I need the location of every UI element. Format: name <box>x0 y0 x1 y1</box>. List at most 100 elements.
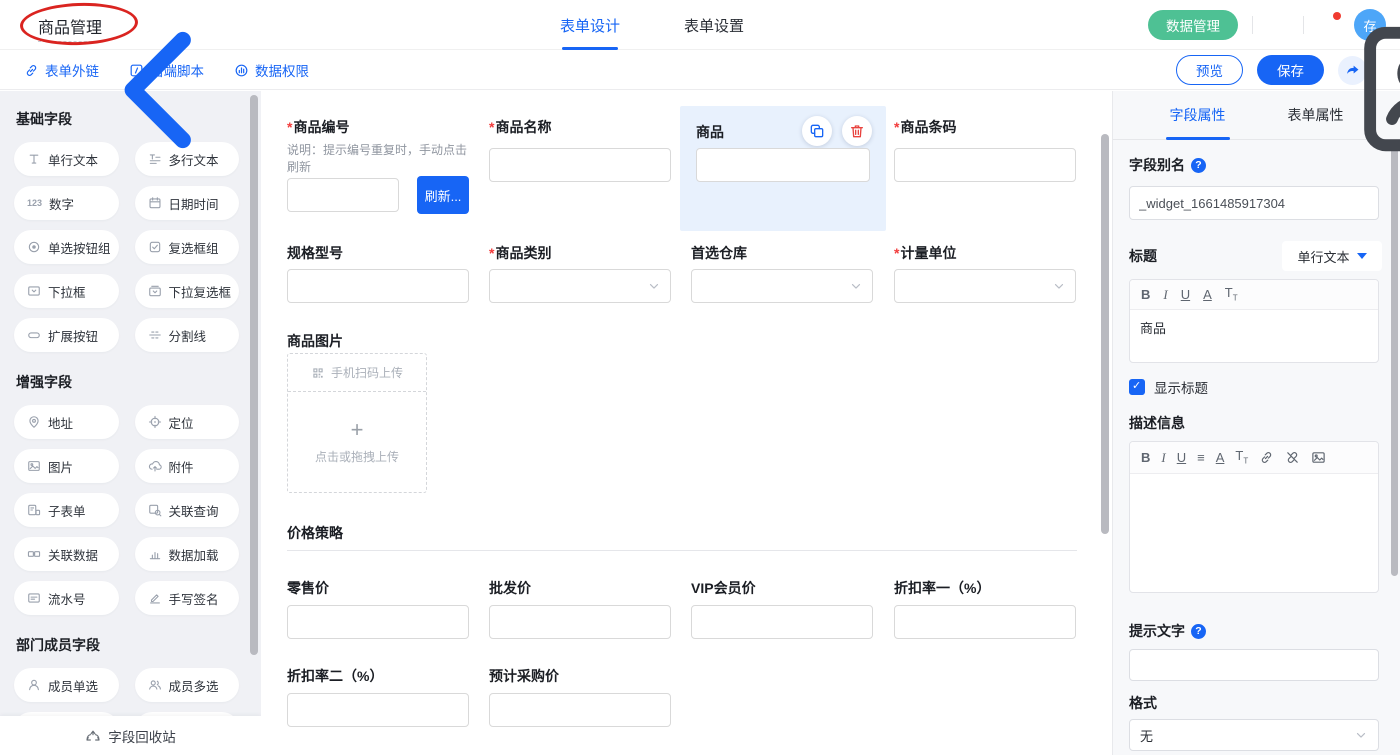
font-size-button[interactable]: TT <box>1225 286 1238 303</box>
field-label-product: 商品 <box>696 122 724 142</box>
field-item-image[interactable]: 图片 <box>14 449 119 483</box>
hint-text-input[interactable] <box>1129 649 1379 681</box>
field-label-warehouse: 首选仓库 <box>691 243 747 263</box>
image-upload-widget: 手机扫码上传 + 点击或拖拽上传 <box>287 353 427 493</box>
field-item-checkbox-group[interactable]: 复选框组 <box>135 230 240 264</box>
discount-one-input[interactable] <box>894 605 1076 639</box>
selected-widget-product[interactable]: 商品 <box>680 106 886 231</box>
preview-button[interactable]: 预览 <box>1176 55 1243 85</box>
field-type-dropdown[interactable]: 单行文本 <box>1282 241 1382 271</box>
underline-button[interactable]: U <box>1177 451 1186 464</box>
format-select[interactable]: 无 <box>1129 719 1379 751</box>
description-editor-content[interactable] <box>1130 474 1378 592</box>
help-icon[interactable]: ? <box>1191 158 1206 173</box>
click-drag-upload-area[interactable]: + 点击或拖拽上传 <box>288 392 426 492</box>
bold-button[interactable]: B <box>1141 288 1150 301</box>
tab-form-settings[interactable]: 表单设置 <box>684 0 744 50</box>
linked-query-icon <box>148 503 162 517</box>
field-label-retail-price: 零售价 <box>287 578 329 598</box>
barcode-input[interactable] <box>894 148 1076 182</box>
italic-button[interactable]: I <box>1163 288 1167 301</box>
field-item-location[interactable]: 定位 <box>135 405 240 439</box>
italic-button[interactable]: I <box>1161 451 1165 464</box>
radio-icon <box>27 240 41 254</box>
field-item-member-single[interactable]: 成员单选 <box>14 668 119 702</box>
field-item-number[interactable]: 123数字 <box>14 186 119 220</box>
category-select[interactable] <box>489 269 671 303</box>
signature-icon <box>148 591 162 605</box>
align-button[interactable]: ≡ <box>1197 451 1205 464</box>
field-item-linked-data[interactable]: 关联数据 <box>14 537 119 571</box>
font-color-button[interactable]: A <box>1216 451 1225 464</box>
retail-price-input[interactable] <box>287 605 469 639</box>
unit-select[interactable] <box>894 269 1076 303</box>
field-item-multi-dropdown[interactable]: 下拉复选框 <box>135 274 240 308</box>
field-item-extend-button[interactable]: 扩展按钮 <box>14 318 119 352</box>
field-library-sidebar: 基础字段 单行文本 多行文本 123数字 日期时间 单选按钮组 复选框组 下拉框… <box>0 91 261 755</box>
field-recycle-bin[interactable]: 字段回收站 <box>0 716 261 755</box>
contacts-book-icon[interactable] <box>1267 14 1289 36</box>
notification-dot <box>1333 12 1341 20</box>
field-item-signature[interactable]: 手写签名 <box>135 581 240 615</box>
field-item-serial-number[interactable]: 流水号 <box>14 581 119 615</box>
product-input[interactable] <box>696 148 870 182</box>
form-title[interactable]: 商品管理 <box>38 14 102 42</box>
field-item-dropdown[interactable]: 下拉框 <box>14 274 119 308</box>
triangle-down-icon <box>1357 253 1367 259</box>
form-canvas: *商品编号 说明：提示编号重复时，手动点击刷新 刷新... *商品名称 商品 *… <box>261 91 1112 755</box>
required-asterisk: * <box>894 245 899 261</box>
field-item-member-multi[interactable]: 成员多选 <box>135 668 240 702</box>
bold-button[interactable]: B <box>1141 451 1150 464</box>
crosshair-icon <box>148 415 162 429</box>
field-item-subform[interactable]: 子表单 <box>14 493 119 527</box>
field-item-linked-query[interactable]: 关联查询 <box>135 493 240 527</box>
header-tabs: 表单设计 表单设置 <box>560 0 744 50</box>
notification-bell-icon[interactable] <box>1318 14 1340 36</box>
field-item-radio-group[interactable]: 单选按钮组 <box>14 230 119 264</box>
font-size-button[interactable]: TT <box>1235 449 1248 466</box>
field-label-category: *商品类别 <box>489 243 551 263</box>
image-icon <box>27 459 41 473</box>
underline-button[interactable]: U <box>1181 288 1190 301</box>
field-label-unit: *计量单位 <box>894 243 956 263</box>
map-pin-icon <box>27 415 41 429</box>
header-actions: 数据管理 存 <box>1148 0 1386 50</box>
field-item-address[interactable]: 地址 <box>14 405 119 439</box>
copy-widget-button[interactable] <box>802 116 832 146</box>
vip-price-input[interactable] <box>691 605 873 639</box>
help-icon[interactable]: ? <box>1191 624 1206 639</box>
field-item-data-load[interactable]: 数据加载 <box>135 537 240 571</box>
product-code-input[interactable] <box>287 178 399 212</box>
wholesale-price-input[interactable] <box>489 605 671 639</box>
title-editor-content[interactable]: 商品 <box>1130 310 1378 345</box>
spec-model-input[interactable] <box>287 269 469 303</box>
field-item-datetime[interactable]: 日期时间 <box>135 186 240 220</box>
product-name-input[interactable] <box>489 148 671 182</box>
canvas-scrollbar[interactable] <box>1101 134 1109 534</box>
checkbox-checked-icon[interactable] <box>1129 379 1145 395</box>
insert-image-button[interactable] <box>1311 450 1326 465</box>
field-item-attachment[interactable]: 附件 <box>135 449 240 483</box>
discount-two-input[interactable] <box>287 693 469 727</box>
properties-scrollbar[interactable] <box>1391 146 1398 576</box>
remove-link-button[interactable] <box>1285 450 1300 465</box>
insert-link-button[interactable] <box>1259 450 1274 465</box>
show-title-checkbox-row[interactable]: 显示标题 <box>1129 377 1208 397</box>
description-editor-toolbar: B I U ≡ A TT <box>1130 442 1378 474</box>
tab-form-design[interactable]: 表单设计 <box>560 0 620 50</box>
refresh-button[interactable]: 刷新... <box>417 176 469 214</box>
data-manage-button[interactable]: 数据管理 <box>1148 10 1238 40</box>
delete-widget-button[interactable] <box>842 116 872 146</box>
sidebar-scrollbar[interactable] <box>250 95 258 655</box>
font-color-button[interactable]: A <box>1203 288 1212 301</box>
qr-code-icon <box>311 366 325 380</box>
tab-field-properties[interactable]: 字段属性 <box>1170 91 1226 140</box>
field-label-product-name: *商品名称 <box>489 117 551 137</box>
field-alias-input[interactable] <box>1129 186 1379 220</box>
back-icon[interactable] <box>14 15 34 35</box>
field-item-divider[interactable]: 分割线 <box>135 318 240 352</box>
warehouse-select[interactable] <box>691 269 873 303</box>
purchase-price-input[interactable] <box>489 693 671 727</box>
scan-upload-button[interactable]: 手机扫码上传 <box>288 354 426 392</box>
chevron-down-icon <box>1354 728 1368 742</box>
